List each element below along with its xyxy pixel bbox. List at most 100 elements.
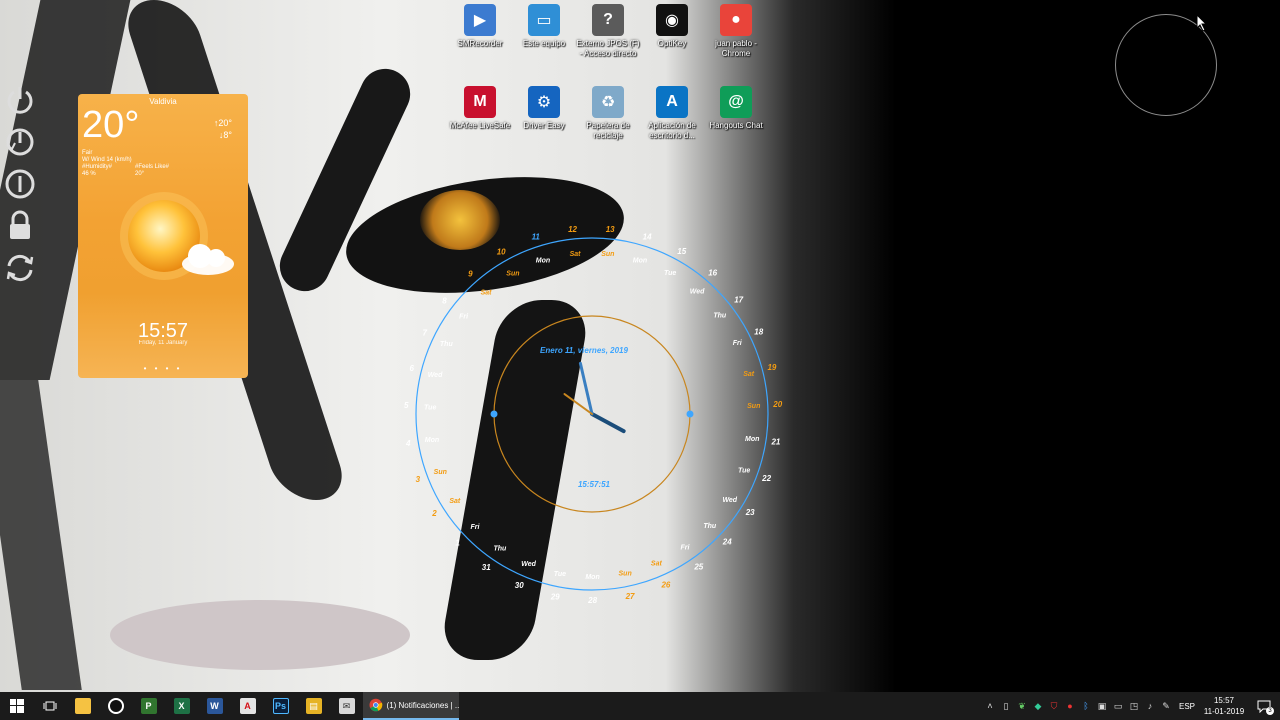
calendar-day-name: Fri bbox=[470, 524, 480, 531]
calendar-day-number: 8 bbox=[442, 297, 447, 306]
calendar-day-name: Tue bbox=[738, 468, 750, 475]
folder-icon bbox=[74, 698, 91, 714]
clock-hour-hand bbox=[590, 412, 626, 434]
clock-marker-dot bbox=[490, 410, 498, 418]
calendar-day-name: Wed bbox=[722, 497, 737, 504]
battery-icon[interactable]: ▭ bbox=[1110, 692, 1126, 720]
project-button[interactable]: P bbox=[132, 692, 165, 720]
calendar-day-number: 13 bbox=[606, 225, 615, 234]
chrome-icon bbox=[369, 698, 383, 712]
calendar-day-number: 29 bbox=[550, 592, 560, 601]
calendar-day-number: 31 bbox=[482, 563, 491, 572]
calendar-day-number: 24 bbox=[722, 538, 732, 547]
calendar-day-number: 26 bbox=[660, 581, 670, 590]
calendar-day-name: Sun bbox=[619, 571, 632, 578]
language-indicator[interactable]: ESP bbox=[1174, 702, 1200, 711]
calendar-day-name: Sat bbox=[481, 289, 493, 296]
calendar-day-number: 3 bbox=[416, 475, 421, 484]
calendar-day-name: Sat bbox=[570, 251, 582, 258]
clock-marker-dot bbox=[686, 410, 694, 418]
action-center-button[interactable]: 3 bbox=[1248, 692, 1280, 720]
file-explorer-button[interactable] bbox=[66, 692, 99, 720]
pen-icon[interactable]: ✎ bbox=[1158, 692, 1174, 720]
calendar-day-number: 9 bbox=[468, 269, 473, 278]
calendar-day-number: 6 bbox=[410, 364, 415, 373]
red-app-icon[interactable]: ● bbox=[1062, 692, 1078, 720]
calendar-day-name: Sat bbox=[743, 371, 755, 378]
calendar-day-name: Sun bbox=[506, 271, 519, 278]
calendar-day-name: Sun bbox=[434, 469, 447, 476]
calendar-day-name: Tue bbox=[664, 270, 676, 277]
network-icon[interactable]: ◳ bbox=[1126, 692, 1142, 720]
calendar-day-number: 23 bbox=[745, 508, 755, 517]
excel-icon: X bbox=[173, 698, 190, 714]
acrobat-icon: A bbox=[239, 698, 256, 714]
taskbar-clock[interactable]: 15:57 11-01-2019 bbox=[1200, 695, 1248, 717]
chrome-taskbar-item[interactable]: (1) Notificaciones | ... bbox=[363, 692, 459, 720]
excel-button[interactable]: X bbox=[165, 692, 198, 720]
calendar-day-number: 7 bbox=[423, 329, 428, 338]
leaf-icon[interactable]: ❦ bbox=[1014, 692, 1030, 720]
photoshop-icon: Ps bbox=[272, 698, 289, 714]
calendar-day-name: Mon bbox=[585, 574, 599, 581]
calendar-day-number: 10 bbox=[497, 248, 506, 257]
calendar-day-name: Tue bbox=[424, 404, 436, 411]
calendar-day-number: 25 bbox=[693, 562, 703, 571]
calendar-day-number: 12 bbox=[568, 225, 577, 234]
start-button[interactable] bbox=[0, 692, 33, 720]
project-icon: P bbox=[140, 698, 157, 714]
chevron-up-icon[interactable]: ˄ bbox=[982, 692, 998, 720]
calendar-day-number: 15 bbox=[677, 247, 686, 256]
desktop[interactable]: ▶ SMRecorder ▭ Este equipo? Externo JPOS (F)… bbox=[0, 0, 1280, 692]
volume-icon[interactable]: ♪ bbox=[1142, 692, 1158, 720]
calendar-day-name: Mon bbox=[633, 257, 647, 264]
calendar-day-name: Thu bbox=[713, 312, 727, 319]
calendar-day-name: Wed bbox=[521, 561, 536, 568]
calendar-day-name: Tue bbox=[554, 571, 566, 578]
green-app-icon[interactable]: ◆ bbox=[1030, 692, 1046, 720]
calendar-day-number: 17 bbox=[734, 296, 743, 305]
image-app-icon: ▤ bbox=[305, 698, 322, 714]
calendar-clock-widget[interactable]: 12Sat13Sun14Mon15Tue 16Wed17Thu18Fri19Sat… bbox=[0, 0, 1280, 692]
camera-icon[interactable]: ▣ bbox=[1094, 692, 1110, 720]
calendar-day-number: 16 bbox=[708, 268, 717, 277]
calendar-day-number: 2 bbox=[431, 509, 437, 518]
taskbar: P X W A Ps ▤ ✉ (1) Notificaciones | ... … bbox=[0, 692, 1280, 720]
windows-icon bbox=[9, 699, 24, 713]
calendar-day-name: Thu bbox=[493, 545, 507, 552]
word-button[interactable]: W bbox=[198, 692, 231, 720]
mail-icon: ✉ bbox=[338, 698, 355, 714]
calendar-day-name: Fri bbox=[681, 545, 691, 552]
bluetooth-icon[interactable]: ᛒ bbox=[1078, 692, 1094, 720]
calendar-day-name: Fri bbox=[459, 313, 469, 320]
calendar-day-name: Sun bbox=[601, 251, 614, 258]
notification-count: 3 bbox=[1266, 707, 1274, 715]
calendar-day-number: 14 bbox=[643, 232, 652, 241]
calendar-day-name: Wed bbox=[428, 372, 443, 379]
taskbar-date: 11-01-2019 bbox=[1203, 707, 1245, 716]
mail-button[interactable]: ✉ bbox=[330, 692, 363, 720]
calendar-day-number: 28 bbox=[587, 596, 597, 605]
optikey-taskbar-button[interactable] bbox=[99, 692, 132, 720]
calendar-day-number: 5 bbox=[404, 401, 409, 410]
usb-icon[interactable]: ▯ bbox=[998, 692, 1014, 720]
photoshop-button[interactable]: Ps bbox=[264, 692, 297, 720]
calendar-day-name: Mon bbox=[745, 436, 759, 443]
chrome-task-label: (1) Notificaciones | ... bbox=[386, 700, 459, 710]
calendar-day-name: Mon bbox=[425, 437, 439, 444]
clock-date-text: Enero 11, viernes, 2019 bbox=[540, 346, 628, 355]
task-view-button[interactable] bbox=[33, 692, 66, 720]
calendar-day-number: 20 bbox=[772, 400, 782, 409]
calendar-day-name: Thu bbox=[440, 341, 454, 348]
calendar-day-number: 11 bbox=[532, 233, 541, 242]
sticky-app-button[interactable]: ▤ bbox=[297, 692, 330, 720]
calendar-day-number: 4 bbox=[405, 439, 411, 448]
acrobat-button[interactable]: A bbox=[231, 692, 264, 720]
calendar-day-number: 27 bbox=[625, 592, 635, 601]
calendar-day-number: 22 bbox=[761, 474, 771, 483]
mouse-pointer-icon bbox=[1196, 14, 1208, 32]
mcafee-tray-icon[interactable]: ⛉ bbox=[1046, 692, 1062, 720]
system-tray: ˄ ▯ ❦ ◆ ⛉ ● ᛒ ▣ ▭ ◳ ♪ ✎ ESP 15:57 11-01-… bbox=[982, 692, 1280, 720]
calendar-day-number: 21 bbox=[770, 438, 780, 447]
calendar-day-name: Thu bbox=[703, 523, 717, 530]
